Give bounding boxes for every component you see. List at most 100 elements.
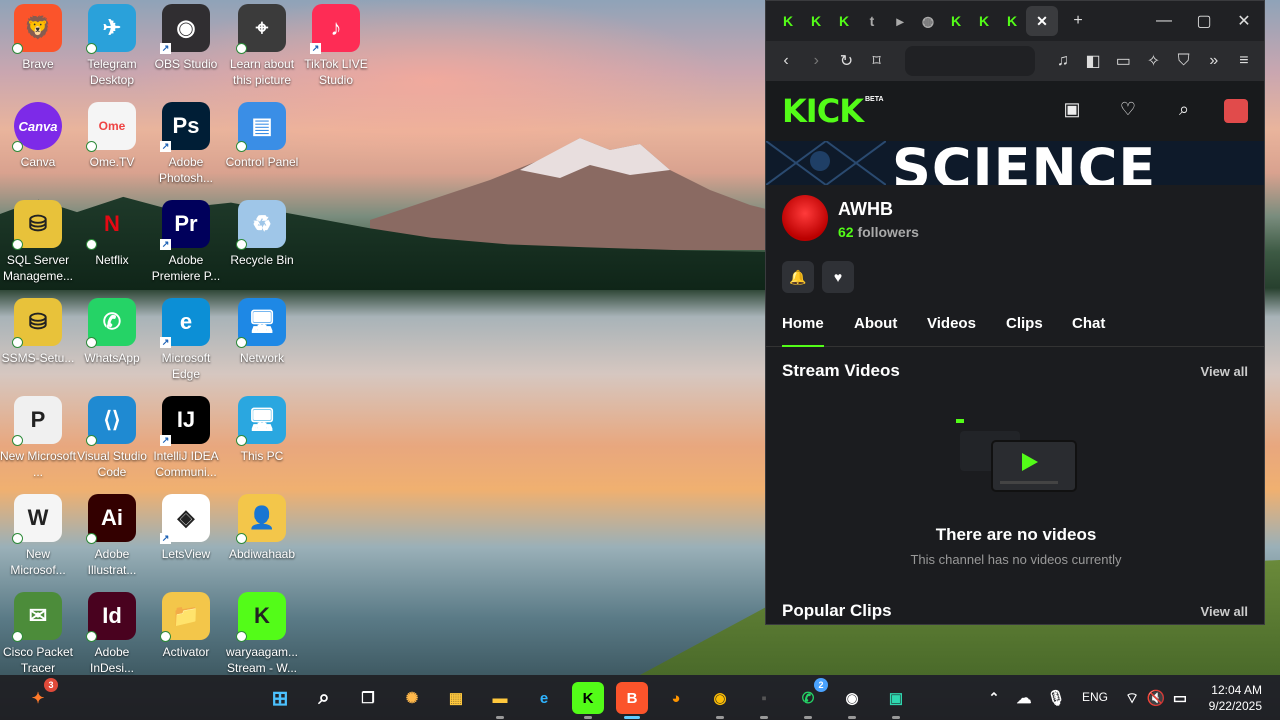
obs-icon[interactable]: ◉ [836,682,868,719]
desktop-icon[interactable]: ⌖ Learn about this picture [224,4,300,100]
desktop-icon[interactable]: N Netflix [74,200,150,296]
copilot-icon[interactable]: ✺ [396,682,428,714]
desktop-icon[interactable]: ◉ ↗ OBS Studio [148,4,224,100]
desktop-icon[interactable]: 🦁 Brave [0,4,76,100]
desktop-icon[interactable]: ✆ WhatsApp [74,298,150,394]
weather-widget-icon[interactable]: ✦ 3 [22,678,58,714]
minimize-button[interactable]: — [1144,1,1184,41]
desktop-icon-label: Recycle Bin [230,253,294,267]
desktop-icon[interactable]: ♪ ↗ TikTok LIVE Studio [298,4,374,100]
desktop-icon[interactable]: Ai Adobe Illustrat... [74,494,150,590]
desktop-icon[interactable]: Ome Ome.TV [74,102,150,198]
app-icon: Id [86,592,136,642]
app-icon: ✉ [12,592,62,642]
language-indicator[interactable]: ENG [1082,690,1108,704]
media-icon[interactable]: ♫ [1051,48,1075,74]
battery-icon[interactable]: ▭ [1164,682,1196,714]
channel-avatar[interactable] [782,195,828,241]
tab-about[interactable]: About [854,311,897,347]
tab-videos[interactable]: Videos [927,311,976,347]
browser-tab[interactable]: K [802,6,830,36]
chrome-icon[interactable]: ◉ [704,682,736,719]
browser-tab[interactable]: K [970,6,998,36]
desktop-icon[interactable]: Id Adobe InDesi... [74,592,150,688]
maximize-button[interactable]: ▢ [1184,1,1224,41]
tiktok-live-icon[interactable]: ▣ [880,682,912,719]
tray-chevron-up-icon[interactable]: ⌃ [978,682,1010,714]
app-icon: 👤 [236,494,286,544]
vpn-shield-icon[interactable]: ⛉ [1172,48,1196,74]
start-icon[interactable]: ⊞ [264,682,296,714]
sync-check-icon [12,533,23,544]
notification-bell-button[interactable]: 🔔 [782,261,814,293]
search-icon[interactable]: ⌕ [308,682,340,714]
kick-logo[interactable]: KICK [782,92,864,130]
kick-app-icon[interactable]: K [572,682,604,719]
browse-icon[interactable]: ▣ [1060,99,1084,123]
follow-heart-button[interactable]: ♥ [822,261,854,293]
brave-icon[interactable]: B [616,682,648,719]
browser-tab[interactable]: K [774,6,802,36]
active-tab-close-icon[interactable]: ✕ [1026,6,1058,36]
microphone-icon[interactable]: 🎙 [1040,682,1072,714]
desktop-icon[interactable]: ⛁ SQL Server Manageme... [0,200,76,296]
browser-tab[interactable]: ▸ [886,6,914,36]
user-avatar[interactable] [1224,99,1248,123]
desktop-icon[interactable]: 👤 Abdiwahaab [224,494,300,590]
desktop-icon[interactable]: ✈ Telegram Desktop [74,4,150,100]
task-view-icon[interactable]: ❐ [352,682,384,714]
edge-icon[interactable]: e [528,682,560,714]
view-all-videos-link[interactable]: View all [1201,364,1248,379]
desktop-icon[interactable]: Ps ↗ Adobe Photosh... [148,102,224,198]
more-chevron-icon[interactable]: » [1202,48,1226,74]
file-explorer-icon[interactable]: ▬ [484,682,516,719]
desktop-icon[interactable]: IJ ↗ IntelliJ IDEA Communi... [148,396,224,492]
forward-icon[interactable]: › [804,48,828,74]
sidebar-icon[interactable]: ◧ [1081,48,1105,74]
browser-tab[interactable]: K [998,6,1026,36]
tab-clips[interactable]: Clips [1006,311,1043,347]
desktop-icon[interactable]: Kwaryaagam... Stream - W... [224,592,300,688]
desktop-icon[interactable]: 🖥 This PC [224,396,300,492]
desktop-icon[interactable]: 🖥 Network [224,298,300,394]
wallet-icon[interactable]: ▭ [1111,48,1135,74]
desktop-icon[interactable]: Canva Canva [0,102,76,198]
desktop-icon[interactable]: ▤ Control Panel [224,102,300,198]
desktop-icon[interactable]: 📁 Activator [148,592,224,688]
app-icon: ⌖ [236,4,286,54]
search-icon[interactable]: ⌕ [1172,99,1196,123]
desktop-icon[interactable]: ⟨⟩ Visual Studio Code [74,396,150,492]
app-icon: Ps ↗ [160,102,210,152]
bookmark-icon[interactable]: ⌑ [865,48,889,74]
tab-chat[interactable]: Chat [1072,311,1105,347]
desktop-icon[interactable]: P New Microsoft ... [0,396,76,492]
view-all-clips-link[interactable]: View all [1201,604,1248,619]
app-icon[interactable]: ▪ [748,682,780,719]
whatsapp-icon[interactable]: ✆ 2 [792,678,828,719]
browser-window[interactable]: K K K t ▸ ◍ K K K ✕ + — ▢ ✕ ‹ › ↻ ⌑ ♫ ◧ … [765,0,1265,625]
desktop-icon[interactable]: Pr ↗ Adobe Premiere P... [148,200,224,296]
reload-icon[interactable]: ↻ [834,48,858,74]
menu-icon[interactable]: ≡ [1232,48,1256,74]
firefox-icon[interactable]: ◕ [660,682,692,714]
desktop-icon[interactable]: ⛁ SSMS-Setu... [0,298,76,394]
tab-home[interactable]: Home [782,311,824,347]
new-tab-button[interactable]: + [1058,1,1098,41]
desktop-icon[interactable]: W New Microsof... [0,494,76,590]
desktop-icon[interactable]: e ↗ Microsoft Edge [148,298,224,394]
leo-ai-icon[interactable]: ✧ [1141,48,1165,74]
browser-tab[interactable]: K [830,6,858,36]
system-clock[interactable]: 12:04 AM 9/22/2025 [1209,682,1262,714]
close-window-button[interactable]: ✕ [1224,1,1264,41]
browser-tab[interactable]: t [858,6,886,36]
following-heart-icon[interactable]: ♡ [1116,99,1140,123]
desktop-icon[interactable]: ♻ Recycle Bin [224,200,300,296]
back-icon[interactable]: ‹ [774,48,798,74]
desktop-icon[interactable]: ◈ ↗ LetsView [148,494,224,590]
browser-tab[interactable]: ◍ [914,6,942,36]
onedrive-icon[interactable]: ☁ [1008,682,1040,714]
store-icon[interactable]: ▦ [440,682,472,714]
browser-tab[interactable]: K [942,6,970,36]
desktop-icon[interactable]: ✉ Cisco Packet Tracer [0,592,76,688]
address-bar[interactable] [904,46,1035,76]
